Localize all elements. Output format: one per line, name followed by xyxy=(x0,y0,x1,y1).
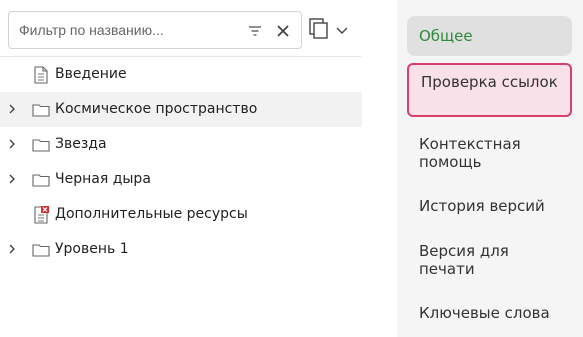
folder-icon xyxy=(32,104,50,117)
filter-box[interactable] xyxy=(8,11,302,49)
chevron-down-icon xyxy=(336,27,348,34)
sidebar-item-label: Версия для печати xyxy=(419,242,509,278)
tree-item-black-hole[interactable]: Черная дыра xyxy=(0,162,362,197)
chevron-right-icon[interactable] xyxy=(6,173,18,185)
chevron-right-icon[interactable] xyxy=(6,138,18,150)
sidebar-item-version-history[interactable]: История версий xyxy=(407,190,572,222)
document-error-icon xyxy=(34,206,49,224)
copy-menu-button[interactable] xyxy=(309,18,355,44)
sidebar-item-label: Ключевые слова xyxy=(419,304,550,322)
sidebar-item-link-check[interactable]: Проверка ссылок xyxy=(407,63,572,117)
sidebar-item-label: История версий xyxy=(419,197,545,215)
properties-sidebar: Общее Проверка ссылок Контекстная помощь… xyxy=(397,0,583,337)
close-icon[interactable] xyxy=(275,23,291,39)
sidebar-item-keywords[interactable]: Ключевые слова xyxy=(407,297,572,329)
filter-input[interactable] xyxy=(19,20,239,40)
tree-item-label: Звезда xyxy=(55,136,107,152)
tree-item-space[interactable]: Космическое пространство xyxy=(0,92,362,127)
tree-item-label: Введение xyxy=(55,66,127,82)
tree-item-label: Космическое пространство xyxy=(55,101,258,117)
sidebar-item-label: Контекстная помощь xyxy=(419,135,521,171)
chevron-right-icon[interactable] xyxy=(6,103,18,115)
tree-item-label: Уровень 1 xyxy=(55,241,129,257)
sidebar-item-print-version[interactable]: Версия для печати xyxy=(407,235,547,285)
tree-item-label: Черная дыра xyxy=(55,171,151,187)
document-icon xyxy=(34,66,48,84)
copy-icon xyxy=(309,18,348,39)
tree-item-star[interactable]: Звезда xyxy=(0,127,362,162)
folder-icon xyxy=(32,174,50,187)
sidebar-item-context-help[interactable]: Контекстная помощь xyxy=(407,128,547,178)
chevron-right-icon[interactable] xyxy=(6,243,18,255)
sidebar-item-label: Общее xyxy=(419,27,473,45)
tree-item-level-1[interactable]: Уровень 1 xyxy=(0,232,362,267)
tree-item-additional-resources[interactable]: Дополнительные ресурсы xyxy=(0,197,362,232)
folder-icon xyxy=(32,244,50,257)
tree-item-label: Дополнительные ресурсы xyxy=(55,206,248,222)
folder-icon xyxy=(32,139,50,152)
filter-list-icon[interactable] xyxy=(248,24,262,38)
sidebar-item-label: Проверка ссылок xyxy=(421,73,558,91)
sidebar-item-general[interactable]: Общее xyxy=(407,16,572,56)
tree-item-introduction[interactable]: Введение xyxy=(0,57,362,92)
